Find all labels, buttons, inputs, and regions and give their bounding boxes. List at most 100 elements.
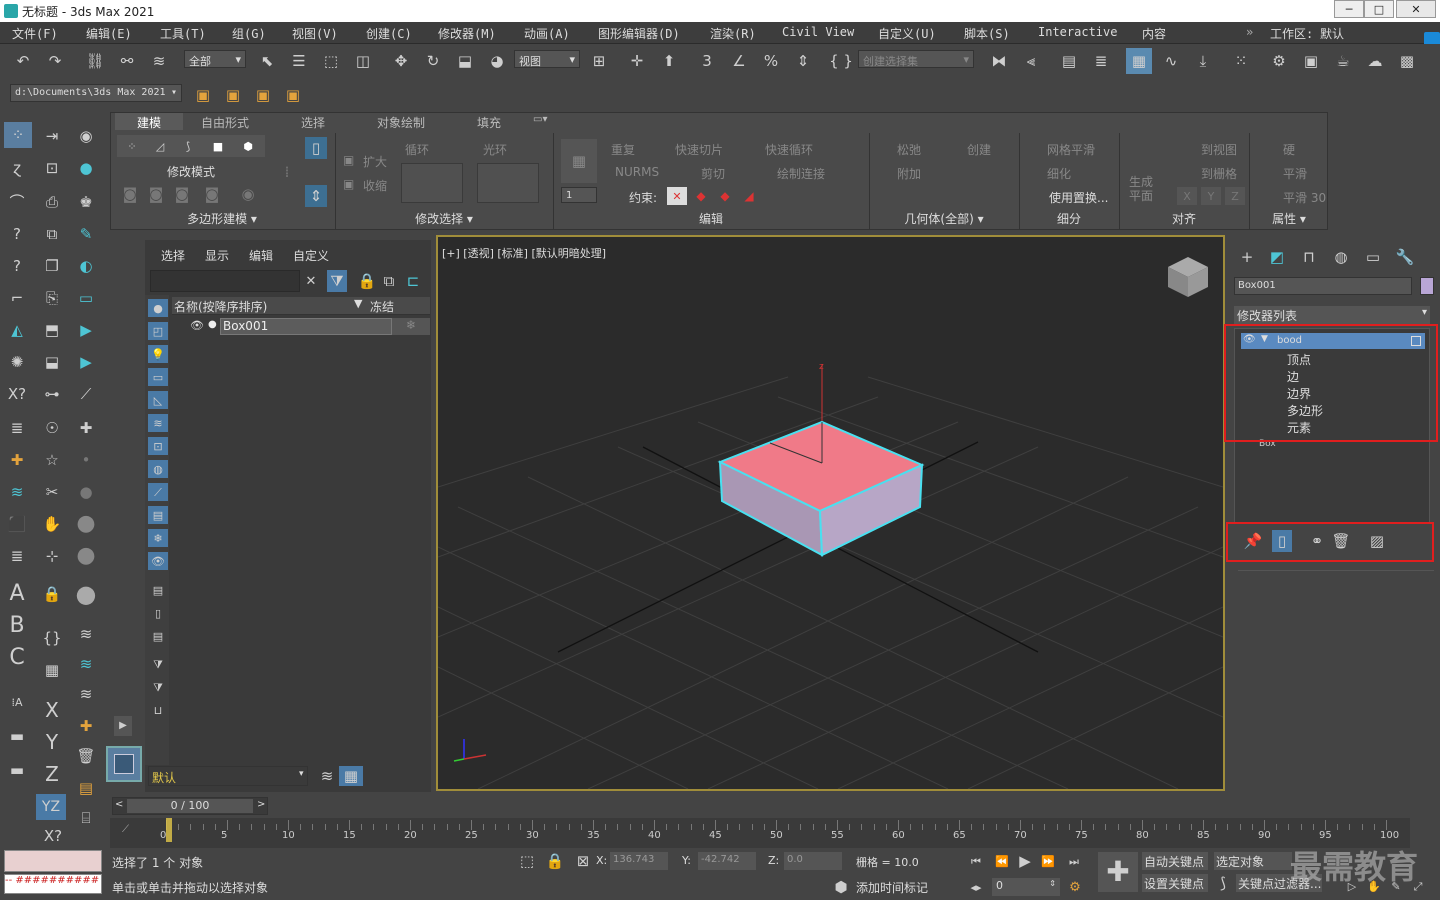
current-frame-field[interactable]: 0 ⇕	[992, 878, 1060, 896]
filter-options-icon[interactable]: ⧩	[148, 655, 168, 673]
stack-layers-icon[interactable]: ≣	[4, 544, 30, 568]
shrink-button[interactable]: 收缩	[363, 177, 387, 194]
menu-create[interactable]: 创建(C)	[366, 25, 412, 42]
layers-icon[interactable]: ≋	[4, 480, 30, 504]
undo-icon[interactable]: ↶	[10, 48, 36, 74]
properties-group[interactable]: 属性 ▾	[1249, 210, 1329, 228]
axis-constraint-icon[interactable]: X?	[40, 824, 66, 848]
viewport-snapshot-icon[interactable]: ◉	[74, 124, 98, 148]
text-b-icon[interactable]: B	[4, 614, 30, 638]
geometry-filter-icon[interactable]: ●	[148, 299, 168, 317]
layer-explorer-icon[interactable]: ≣	[1088, 48, 1114, 74]
project-set-icon[interactable]: ▣	[280, 82, 306, 108]
time-config-icon[interactable]: ⚙	[1066, 878, 1084, 896]
menu-edit[interactable]: 编辑(E)	[86, 25, 132, 42]
curve-editor-mini-icon[interactable]: ⟋	[122, 824, 129, 835]
modify-selection-group[interactable]: 修改选择 ▾	[335, 210, 553, 228]
shape-tool-icon[interactable]: ♚	[74, 190, 98, 214]
utilities-panel-icon[interactable]: 🔧	[1394, 246, 1416, 268]
project-create-icon[interactable]: ▣	[250, 82, 276, 108]
print-icon[interactable]: ⎙	[40, 190, 64, 214]
next-frame-icon[interactable]: >	[257, 799, 265, 810]
hard-button[interactable]: 硬	[1283, 141, 1295, 158]
ruler-icon[interactable]: ▬	[4, 724, 30, 748]
cameras-filter-icon[interactable]: ▭	[148, 368, 168, 386]
absolute-mode-icon[interactable]: ⊠	[574, 852, 592, 870]
ribbon-toggle-icon[interactable]: ▦	[1126, 48, 1152, 74]
hint-icon[interactable]: ?	[4, 254, 30, 278]
scale-icon[interactable]: ⬓	[452, 48, 478, 74]
expand-panel-icon[interactable]: ▶	[114, 716, 132, 736]
scene-menu-customize[interactable]: 自定义	[293, 247, 329, 264]
lock-selection-icon[interactable]: 🔒	[358, 272, 377, 290]
render-setup-icon[interactable]: ⚙	[1266, 48, 1292, 74]
scene-menu-display[interactable]: 显示	[205, 247, 229, 264]
hierarchy-icon[interactable]: ⊶	[40, 382, 64, 406]
menu-interactive[interactable]: Interactive	[1038, 25, 1117, 39]
orbit-icon[interactable]: ▷	[1344, 878, 1360, 894]
table-row[interactable]: 👁 ● Box001 ❄	[172, 318, 430, 335]
shapes-filter-icon[interactable]: ◰	[148, 322, 168, 340]
sort-desc-icon[interactable]: ▼	[354, 297, 362, 310]
trash-tool-icon[interactable]: 🗑	[74, 744, 98, 768]
rotate-icon[interactable]: ↻	[420, 48, 446, 74]
meshsmooth-button[interactable]: 网格平滑	[1047, 141, 1095, 158]
viewcube[interactable]	[1168, 257, 1208, 297]
tessellate-button[interactable]: 细化	[1047, 165, 1071, 182]
grow-icon[interactable]: ▣	[343, 153, 354, 167]
swift-loop-icon[interactable]: ⁞	[277, 137, 297, 207]
sphere-select-icon[interactable]: ◐	[74, 254, 98, 278]
hierarchy-view-icon[interactable]: ⧉	[381, 272, 397, 290]
show-end-result-icon[interactable]: ⇕	[305, 185, 327, 207]
paint-select-icon[interactable]: ⌒	[4, 190, 30, 214]
select-layer-icon[interactable]: ⬛	[4, 512, 30, 536]
pen-icon[interactable]: ◭	[4, 318, 30, 342]
stack-flat-icon[interactable]: ≋	[74, 622, 98, 646]
layer-stack-icon[interactable]: ≋	[74, 652, 98, 676]
x-coord-field[interactable]: 136.743	[610, 852, 668, 870]
generate-plane-button[interactable]: 生成 平面	[1129, 175, 1153, 203]
use-displacement-button[interactable]: 使用置换...	[1049, 189, 1108, 206]
set-key-icon[interactable]: ✚	[1098, 852, 1138, 892]
axis-z-icon[interactable]: Z	[40, 762, 64, 786]
relax-button[interactable]: 松弛	[897, 141, 921, 158]
project-path-dropdown[interactable]: d:\Documents\3ds Max 2021 ▾	[10, 84, 182, 102]
pan-icon[interactable]: ✋	[1366, 878, 1382, 894]
key-mode-icon[interactable]: ◂▸	[968, 878, 984, 896]
smooth-button[interactable]: 平滑	[1283, 165, 1307, 182]
edit-named-sets-icon[interactable]: { }	[828, 48, 854, 74]
goto-end-icon[interactable]: ⏭	[1066, 852, 1082, 870]
window-crossing-icon[interactable]: ◫	[350, 48, 376, 74]
viewport-layout-tab[interactable]	[106, 746, 142, 782]
edge-mode-icon[interactable]: ◿	[147, 137, 173, 155]
sphere-xl-icon[interactable]: ●	[74, 544, 98, 568]
text-a-icon[interactable]: A	[4, 582, 30, 606]
scene-menu-select[interactable]: 选择	[161, 247, 185, 264]
current-frame-marker[interactable]	[166, 818, 172, 842]
scene-explorer-icon[interactable]: ▤	[1056, 48, 1082, 74]
perspective-viewport[interactable]: [+] [透视] [标准] [默认明暗处理] z	[436, 235, 1225, 791]
stack-top-icon[interactable]: ▯	[305, 137, 327, 159]
calc-icon[interactable]: ▦	[40, 658, 64, 682]
move-icon[interactable]: ✥	[388, 48, 414, 74]
box-select-icon[interactable]: ⊡	[40, 156, 64, 180]
modify-panel-icon[interactable]: ◩	[1266, 246, 1288, 268]
paint-deform-icon[interactable]: ⌐	[4, 286, 30, 310]
menu-animation[interactable]: 动画(A)	[524, 25, 570, 42]
scene-explorer-mode-icon[interactable]: ▦	[339, 766, 363, 786]
grid-add-icon[interactable]: ▤	[74, 776, 98, 800]
video-icon[interactable]: ▶	[74, 350, 98, 374]
display-panel-icon[interactable]: ▭	[1362, 246, 1384, 268]
create-panel-icon[interactable]: +	[1236, 246, 1258, 268]
display-icon[interactable]: ▭	[74, 286, 98, 310]
groups-filter-icon[interactable]: ⊡	[148, 437, 168, 455]
workspace-value[interactable]: 默认	[1320, 25, 1344, 42]
to-view-button[interactable]: 到视图	[1201, 141, 1237, 158]
scene-search-input[interactable]	[150, 270, 300, 292]
prev-frame-icon[interactable]: <	[115, 799, 123, 810]
time-slider-thumb[interactable]: 0 / 100	[127, 799, 253, 813]
percent-snap-icon[interactable]: %	[758, 48, 784, 74]
smooth30-button[interactable]: 平滑 30	[1283, 189, 1326, 206]
constraint-normal-icon[interactable]: ◢	[739, 187, 759, 205]
add-layer-icon[interactable]: ✚	[4, 448, 30, 472]
